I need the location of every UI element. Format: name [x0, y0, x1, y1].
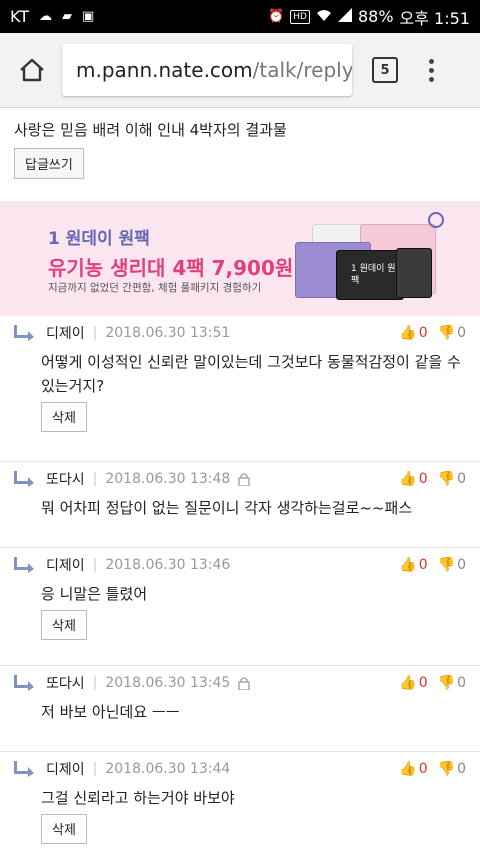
overflow-menu-icon[interactable] [426, 58, 436, 82]
status-bar: KT ☁ ▰ ▣ ⏰ HD 88% 오후 1:51 [0, 0, 480, 33]
thumbs-up-icon: 👍 [399, 675, 417, 691]
thumbs-down-icon: 👎 [437, 761, 456, 777]
browser-toolbar: m.pann.nate.com/talk/reply 5 [0, 33, 480, 108]
image-icon: ▣ [82, 9, 95, 24]
comment-item: 또다시 | 2018.06.30 13:45 👍 0 👎 0 저 바보 아닌데요 ㅡ… [0, 666, 480, 752]
dislike-button[interactable]: 👎 0 [438, 761, 466, 777]
comment-item: 디제이 | 2018.06.30 13:51 👍 0 👎 0 어떻게 이성적인 신뢰… [0, 316, 480, 462]
reply-arrow-icon [14, 325, 34, 341]
comment-date: 2018.06.30 13:45 [105, 675, 231, 691]
separator: | [92, 557, 98, 573]
ad-subtext: 지금까지 없었던 간편함, 체험 풀패키지 경험하기 [48, 282, 262, 294]
url-host: m.pann.nate.com [76, 58, 253, 82]
thumbs-down-icon: 👎 [437, 675, 456, 691]
thumbs-down-icon: 👎 [437, 471, 456, 487]
reply-arrow-icon [14, 557, 34, 573]
like-button[interactable]: 👍 0 [399, 471, 427, 487]
dislike-button[interactable]: 👎 0 [438, 557, 466, 573]
lock-icon [238, 677, 251, 690]
comment-item: 디제이 | 2018.06.30 13:44 👍 0 👎 0 그걸 신뢰라고 하는거… [0, 752, 480, 852]
thumbs-up-icon: 👍 [399, 325, 417, 341]
separator: | [92, 325, 98, 341]
write-reply-button[interactable]: 답글쓰기 [14, 148, 84, 179]
ad-banner[interactable]: 1 원데이 원팩 유기농 생리대 4팩 7,900원 지금까지 없었던 간편함,… [0, 201, 480, 316]
clock: 오후 1:51 [399, 8, 470, 28]
ad-product-label: 1 원데이 원팩 [336, 250, 404, 300]
comment-author[interactable]: 디제이 [46, 323, 85, 343]
thumbs-up-icon: 👍 [399, 471, 417, 487]
like-count: 0 [418, 557, 428, 573]
comment-author[interactable]: 디제이 [46, 555, 85, 575]
hd-badge: HD [290, 9, 310, 24]
comment-text: 어떻게 이성적인 신뢰란 말이있는데 그것보다 동물적감정이 같을 수 있는거지… [41, 353, 461, 395]
like-button[interactable]: 👍 0 [399, 675, 427, 691]
thumbs-down-icon: 👎 [437, 557, 456, 573]
carrier-label: KT [10, 7, 30, 26]
comment-date: 2018.06.30 13:51 [105, 325, 231, 341]
dislike-count: 0 [457, 675, 466, 691]
ad-product-image [396, 248, 432, 298]
url-path: /talk/reply [252, 58, 352, 82]
separator: | [92, 471, 98, 487]
delete-button[interactable]: 삭제 [41, 610, 87, 640]
home-button[interactable] [10, 48, 54, 92]
alarm-icon: ⏰ [268, 9, 285, 24]
home-icon [20, 58, 44, 82]
separator: | [92, 675, 98, 691]
like-count: 0 [418, 675, 428, 691]
comment-date: 2018.06.30 13:46 [105, 557, 231, 573]
comment-author[interactable]: 또다시 [46, 469, 85, 489]
dislike-button[interactable]: 👎 0 [438, 471, 466, 487]
ad-price-text: 유기농 생리대 4팩 7,900원 [48, 256, 294, 280]
ad-headline: 1 원데이 원팩 [48, 229, 150, 249]
like-button[interactable]: 👍 0 [399, 557, 427, 573]
reply-arrow-icon [14, 675, 34, 691]
sd-card-icon: ▰ [62, 9, 73, 24]
comment-author[interactable]: 디제이 [46, 759, 85, 779]
dislike-count: 0 [457, 557, 466, 573]
like-count: 0 [418, 471, 428, 487]
signal-icon [337, 7, 352, 26]
comment-text: 저 바보 아닌데요 ㅡㅡ [41, 703, 180, 721]
like-count: 0 [418, 325, 428, 341]
comment-text: 그걸 신뢰라고 하는거야 바보야 [41, 789, 235, 807]
dislike-button[interactable]: 👎 0 [438, 675, 466, 691]
address-bar[interactable]: m.pann.nate.com/talk/reply [62, 44, 352, 96]
post-title: 사랑은 믿음 배려 이해 인내 4박자의 결과물 [14, 121, 287, 139]
tab-switcher-button[interactable]: 5 [372, 57, 398, 83]
brand-logo-icon [428, 212, 444, 228]
dislike-count: 0 [457, 471, 466, 487]
dislike-button[interactable]: 👎 0 [438, 325, 466, 341]
lock-icon [238, 473, 251, 486]
comment-text: 응 니말은 틀렸어 [41, 585, 148, 603]
thumbs-up-icon: 👍 [399, 761, 417, 777]
like-button[interactable]: 👍 0 [399, 761, 427, 777]
like-count: 0 [418, 761, 428, 777]
reply-arrow-icon [14, 761, 34, 777]
dislike-count: 0 [457, 761, 466, 777]
separator: | [92, 761, 98, 777]
battery-level: 88% [357, 7, 394, 26]
comment-list: 디제이 | 2018.06.30 13:51 👍 0 👎 0 어떻게 이성적인 신뢰… [0, 316, 480, 852]
cloud-icon: ☁ [39, 9, 53, 24]
reply-arrow-icon [14, 471, 34, 487]
comment-date: 2018.06.30 13:48 [105, 471, 231, 487]
comment-date: 2018.06.30 13:44 [105, 761, 231, 777]
comment-item: 또다시 | 2018.06.30 13:48 👍 0 👎 0 뭐 어차피 정답이 없… [0, 462, 480, 548]
comment-author[interactable]: 또다시 [46, 673, 85, 693]
like-button[interactable]: 👍 0 [399, 325, 427, 341]
thumbs-down-icon: 👎 [437, 325, 456, 341]
comment-text: 뭐 어차피 정답이 없는 질문이니 각자 생각하는걸로~~패스 [41, 499, 413, 517]
thumbs-up-icon: 👍 [399, 557, 417, 573]
dislike-count: 0 [457, 325, 466, 341]
comment-item: 디제이 | 2018.06.30 13:46 👍 0 👎 0 응 니말은 틀렸어 삭… [0, 548, 480, 666]
wifi-icon [316, 8, 332, 26]
delete-button[interactable]: 삭제 [41, 402, 87, 432]
delete-button[interactable]: 삭제 [41, 814, 87, 844]
